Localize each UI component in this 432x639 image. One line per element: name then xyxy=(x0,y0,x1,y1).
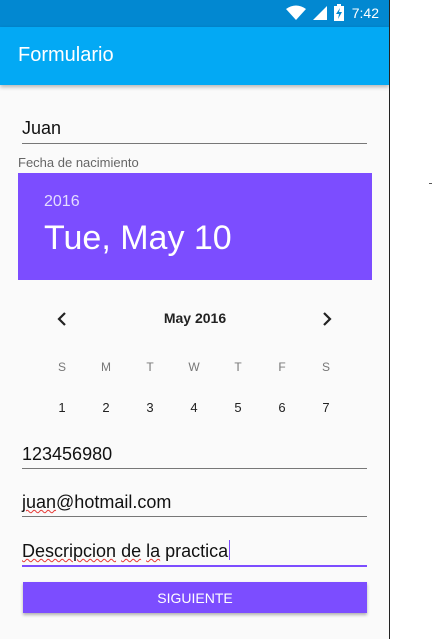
app-title: Formulario xyxy=(18,44,114,66)
weekday-label: T xyxy=(146,360,154,374)
name-input-underline xyxy=(22,143,367,144)
app-bar: Formulario xyxy=(0,27,389,85)
calendar-day[interactable]: 1 xyxy=(40,400,84,415)
text-caret xyxy=(229,540,231,560)
next-month-button[interactable] xyxy=(317,309,337,329)
weekday-label: W xyxy=(188,360,200,374)
description-input-underline xyxy=(22,565,367,567)
email-input[interactable]: juan@hotmail.com xyxy=(22,492,367,518)
description-word: Descripcion xyxy=(22,541,117,561)
name-input-value: Juan xyxy=(22,118,62,138)
battery-charging-icon xyxy=(333,4,344,21)
description-word: la xyxy=(146,541,161,561)
phone-input-value: 123456980 xyxy=(22,444,113,464)
calendar-day[interactable]: 5 xyxy=(216,400,260,415)
weekday-label: S xyxy=(321,360,330,374)
chevron-right-icon xyxy=(323,312,332,326)
date-picker-header: 2016 Tue, May 10 xyxy=(18,173,372,280)
calendar-day[interactable]: 2 xyxy=(84,400,128,415)
weekday-label: M xyxy=(101,360,111,374)
calendar-day[interactable]: 4 xyxy=(172,400,216,415)
email-input-value-user: juan xyxy=(22,492,57,512)
name-input[interactable]: Juan xyxy=(22,118,367,145)
email-input-value-domain: @hotmail.com xyxy=(56,492,172,512)
phone-input-underline xyxy=(22,468,367,469)
status-icons: 7:42 xyxy=(285,4,379,21)
description-input[interactable]: Descripcion de la practica xyxy=(22,540,367,568)
phone-screen: 7:42 Formulario Juan Fecha de nacimiento… xyxy=(0,0,390,639)
calendar-week-row: 1 2 3 4 5 6 7 xyxy=(40,400,348,415)
next-button[interactable]: SIGUIENTE xyxy=(23,582,367,613)
phone-input[interactable]: 123456980 xyxy=(22,444,367,470)
calendar-day[interactable]: 7 xyxy=(304,400,348,415)
weekday-header-row: S M T W T F S xyxy=(40,360,348,374)
calendar-day[interactable]: 6 xyxy=(260,400,304,415)
status-bar: 7:42 xyxy=(0,0,389,27)
cell-signal-icon xyxy=(312,5,328,21)
weekday-label: T xyxy=(234,360,242,374)
email-input-underline xyxy=(22,516,367,517)
wifi-icon xyxy=(285,5,306,21)
date-picker-year[interactable]: 2016 xyxy=(44,193,80,211)
weekday-label: F xyxy=(278,360,286,374)
description-word: de xyxy=(121,541,142,561)
calendar-day[interactable]: 3 xyxy=(128,400,172,415)
description-word: practica xyxy=(160,541,229,561)
date-picker-selected-date[interactable]: Tue, May 10 xyxy=(44,219,232,258)
status-time: 7:42 xyxy=(351,4,379,21)
birthdate-label: Fecha de nacimiento xyxy=(18,155,139,170)
weekday-label: S xyxy=(57,360,66,374)
